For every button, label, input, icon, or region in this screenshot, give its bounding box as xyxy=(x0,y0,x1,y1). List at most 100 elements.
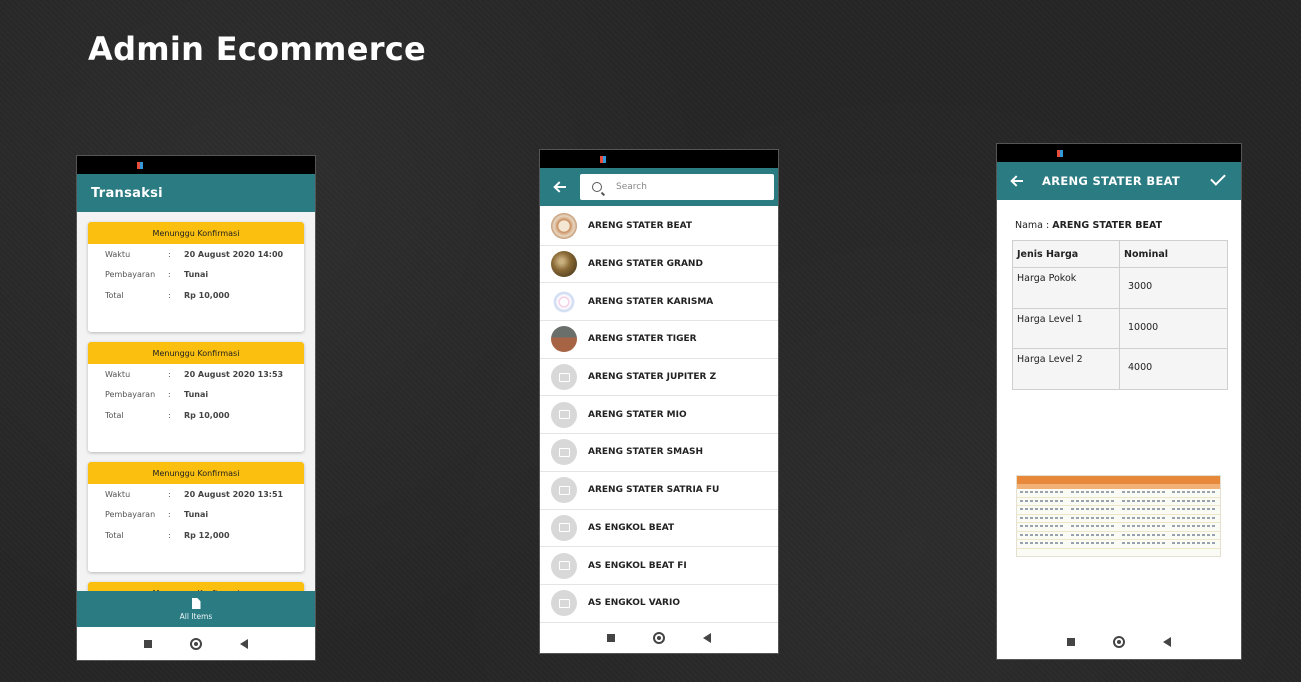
product-name: ARENG STATER JUPITER Z xyxy=(588,372,717,383)
image-placeholder-icon xyxy=(551,439,577,466)
notification-icon xyxy=(137,162,143,169)
status-bar xyxy=(997,144,1241,162)
list-item[interactable]: ARENG STATER KARISMA xyxy=(540,283,778,322)
product-list[interactable]: ARENG STATER BEAT ARENG STATER GRAND ARE… xyxy=(540,208,778,626)
image-header-band xyxy=(1017,476,1220,484)
list-item[interactable]: ARENG STATER TIGER xyxy=(540,321,778,359)
app-bar-title: ARENG STATER BEAT xyxy=(1042,174,1181,188)
transaction-card[interactable]: Menunggu Konfirmasi Waktu : 20 August 20… xyxy=(88,342,304,452)
app-bar-title: Transaksi xyxy=(91,185,163,201)
total-row: Total : Rp 12,000 xyxy=(105,525,304,546)
recents-button[interactable] xyxy=(1067,638,1075,646)
image-row xyxy=(1017,498,1220,506)
list-item[interactable]: ARENG STATER MIO xyxy=(540,396,778,435)
back-button[interactable] xyxy=(1163,637,1171,647)
pembayaran-value: Tunai xyxy=(184,510,209,520)
waktu-value: 20 August 2020 13:51 xyxy=(184,489,284,499)
waktu-row: Waktu : 20 August 2020 14:00 xyxy=(105,244,304,265)
total-value: Rp 10,000 xyxy=(184,410,230,420)
total-label: Total xyxy=(105,410,124,420)
all-items-tab[interactable]: All Items xyxy=(77,591,315,628)
android-nav-bar xyxy=(997,625,1241,659)
transaction-card[interactable]: Menunggu Konfirmasi Waktu : 20 August 20… xyxy=(88,462,304,572)
waktu-label: Waktu xyxy=(105,249,131,259)
home-button[interactable] xyxy=(190,637,202,650)
image-row xyxy=(1017,540,1220,549)
total-label: Total xyxy=(105,530,124,540)
product-name: ARENG STATER BEAT xyxy=(588,221,693,232)
pembayaran-value: Tunai xyxy=(184,390,209,400)
nama-label: Nama : xyxy=(1015,220,1050,231)
all-items-label: All Items xyxy=(179,612,213,621)
product-name: ARENG STATER GRAND xyxy=(588,259,703,270)
jenis-harga-cell: Harga Pokok xyxy=(1012,267,1120,309)
product-name: AS ENGKOL VARIO xyxy=(588,598,680,609)
status-bar xyxy=(77,156,315,174)
app-bar: ARENG STATER BEAT xyxy=(997,162,1241,200)
table-row: Harga Pokok 3000 xyxy=(1012,267,1228,309)
list-item[interactable]: ARENG STATER SATRIA FU xyxy=(540,472,778,510)
product-name: ARENG STATER MIO xyxy=(588,409,687,420)
image-row xyxy=(1017,532,1220,540)
search-icon xyxy=(592,182,602,192)
back-button[interactable] xyxy=(703,633,711,643)
nominal-cell[interactable]: 4000 xyxy=(1119,348,1228,391)
separator: : xyxy=(168,410,171,420)
pembayaran-row: Pembayaran : Tunai xyxy=(105,265,304,286)
image-row xyxy=(1017,523,1220,532)
waktu-label: Waktu xyxy=(105,489,131,499)
nominal-cell[interactable]: 10000 xyxy=(1119,307,1228,350)
price-table: Jenis Harga Nominal Harga Pokok 3000 Har… xyxy=(1012,240,1228,391)
image-row xyxy=(1017,489,1220,498)
list-item[interactable]: ARENG STATER JUPITER Z xyxy=(540,359,778,397)
separator: : xyxy=(168,489,171,499)
pembayaran-row: Pembayaran : Tunai xyxy=(105,385,304,406)
separator: : xyxy=(168,270,171,280)
total-row: Total : Rp 10,000 xyxy=(105,285,304,306)
notification-icon xyxy=(1057,150,1063,157)
separator: : xyxy=(168,530,171,540)
back-arrow-icon[interactable] xyxy=(1010,174,1024,188)
product-thumbnail xyxy=(551,213,577,240)
product-image[interactable] xyxy=(1016,475,1221,557)
waktu-row: Waktu : 20 August 2020 13:53 xyxy=(105,364,304,385)
page-title: Admin Ecommerce xyxy=(88,30,427,68)
status-badge: Menunggu Konfirmasi xyxy=(88,222,304,244)
column-header: Nominal xyxy=(1119,240,1228,268)
product-thumbnail xyxy=(551,326,577,353)
back-button[interactable] xyxy=(240,638,248,649)
list-item[interactable]: ARENG STATER BEAT xyxy=(540,208,778,246)
separator: : xyxy=(168,249,171,259)
image-placeholder-icon xyxy=(551,552,577,579)
total-label: Total xyxy=(105,290,124,300)
check-icon[interactable] xyxy=(1210,170,1226,186)
list-item[interactable]: AS ENGKOL VARIO xyxy=(540,585,778,623)
recents-button[interactable] xyxy=(607,634,615,642)
nominal-cell[interactable]: 3000 xyxy=(1119,267,1228,309)
home-button[interactable] xyxy=(653,632,665,644)
back-arrow-icon[interactable] xyxy=(553,180,567,194)
product-name: ARENG STATER KARISMA xyxy=(588,296,714,307)
table-row: Harga Level 2 4000 xyxy=(1012,348,1228,391)
list-item[interactable]: AS ENGKOL BEAT FI xyxy=(540,547,778,585)
search-input[interactable] xyxy=(616,182,756,192)
image-row xyxy=(1017,515,1220,523)
product-name: AS ENGKOL BEAT xyxy=(588,522,675,533)
recents-button[interactable] xyxy=(144,639,152,648)
search-box[interactable] xyxy=(580,174,774,200)
column-header: Jenis Harga xyxy=(1012,240,1120,268)
list-item[interactable]: AS ENGKOL BEAT xyxy=(540,510,778,548)
android-nav-bar xyxy=(540,623,778,653)
transaction-list[interactable]: Menunggu Konfirmasi Waktu : 20 August 20… xyxy=(77,212,315,592)
transaction-card[interactable]: Menunggu Konfirmasi Waktu : 20 August 20… xyxy=(88,222,304,332)
list-item[interactable]: ARENG STATER SMASH xyxy=(540,434,778,472)
waktu-value: 20 August 2020 13:53 xyxy=(184,369,284,379)
table-header-row: Jenis Harga Nominal xyxy=(1012,240,1228,268)
list-item[interactable]: ARENG STATER GRAND xyxy=(540,246,778,284)
product-thumbnail xyxy=(551,251,577,278)
table-row: Harga Level 1 10000 xyxy=(1012,307,1228,350)
image-placeholder-icon xyxy=(551,401,577,428)
status-badge: Menunggu Konfirmasi xyxy=(88,342,304,364)
home-button[interactable] xyxy=(1113,636,1125,648)
separator: : xyxy=(168,290,171,300)
